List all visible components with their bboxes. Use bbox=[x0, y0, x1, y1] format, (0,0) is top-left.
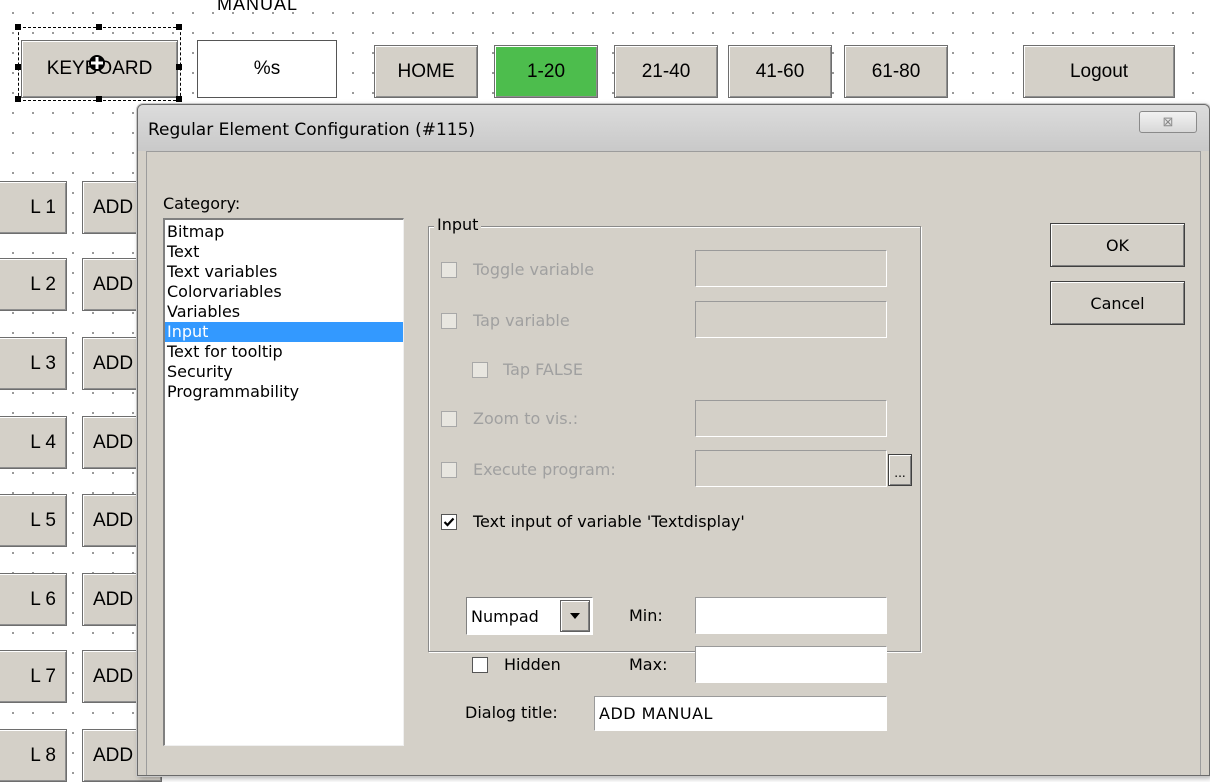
category-list[interactable]: Bitmap Text Text variables Colorvariable… bbox=[163, 218, 404, 746]
tap-variable-label: Tap variable bbox=[473, 311, 570, 330]
toggle-variable-field[interactable] bbox=[695, 250, 887, 287]
close-icon: ⊠ bbox=[1162, 114, 1174, 129]
add-button-label: ADD bbox=[93, 588, 134, 610]
resize-handle[interactable] bbox=[176, 24, 182, 30]
nav-1-20-button[interactable]: 1-20 bbox=[494, 45, 598, 98]
nav-21-40-button[interactable]: 21-40 bbox=[614, 45, 718, 98]
min-label: Min: bbox=[629, 606, 663, 625]
cancel-button-label: Cancel bbox=[1090, 293, 1145, 313]
left-button-6[interactable]: L 6 bbox=[0, 573, 67, 626]
resize-handle[interactable] bbox=[15, 24, 21, 30]
category-item-text-for-tooltip[interactable]: Text for tooltip bbox=[165, 342, 403, 362]
left-button-label: L 6 bbox=[30, 588, 56, 610]
left-button-label: L 1 bbox=[30, 196, 56, 218]
element-configuration-dialog: Regular Element Configuration (#115) ⊠ C… bbox=[137, 104, 1210, 776]
left-button-label: L 3 bbox=[30, 352, 56, 374]
tap-false-checkbox[interactable] bbox=[472, 362, 488, 378]
dialog-title-label: Dialog title: bbox=[465, 703, 558, 722]
left-button-8[interactable]: L 8 bbox=[0, 729, 67, 782]
dropdown-button[interactable] bbox=[560, 600, 590, 632]
left-button-7[interactable]: L 7 bbox=[0, 650, 67, 703]
category-item-colorvariables[interactable]: Colorvariables bbox=[165, 282, 403, 302]
move-cursor-icon bbox=[88, 54, 106, 77]
nav-61-80-button[interactable]: 61-80 bbox=[844, 45, 948, 98]
add-button-label: ADD bbox=[93, 509, 134, 531]
tap-variable-field[interactable] bbox=[695, 301, 887, 338]
resize-handle[interactable] bbox=[176, 64, 182, 70]
left-button-3[interactable]: L 3 bbox=[0, 337, 67, 390]
resize-handle[interactable] bbox=[15, 96, 21, 102]
left-button-label: L 8 bbox=[30, 744, 56, 766]
close-button[interactable]: ⊠ bbox=[1139, 111, 1197, 133]
text-input-checkbox[interactable] bbox=[441, 514, 457, 530]
ok-button-label: OK bbox=[1105, 235, 1130, 255]
ellipsis-icon: ... bbox=[894, 466, 906, 480]
input-groupbox bbox=[428, 226, 921, 652]
dialog-body: Category: Bitmap Text Text variables Col… bbox=[146, 151, 1201, 775]
left-button-label: L 7 bbox=[30, 665, 56, 687]
dialog-title: Regular Element Configuration (#115) bbox=[148, 120, 476, 140]
tap-variable-checkbox[interactable] bbox=[441, 313, 457, 329]
nav-home-button[interactable]: HOME bbox=[374, 45, 478, 98]
input-group-title: Input bbox=[434, 215, 482, 234]
chevron-down-icon bbox=[570, 613, 580, 619]
zoom-to-vis-checkbox[interactable] bbox=[441, 411, 457, 427]
checkmark-icon bbox=[443, 517, 455, 527]
dialog-titlebar[interactable]: Regular Element Configuration (#115) ⊠ bbox=[138, 105, 1209, 151]
add-button-label: ADD bbox=[93, 665, 134, 687]
category-item-text[interactable]: Text bbox=[165, 242, 403, 262]
category-label: Category: bbox=[163, 194, 241, 213]
category-item-bitmap[interactable]: Bitmap bbox=[165, 222, 403, 242]
category-item-variables[interactable]: Variables bbox=[165, 302, 403, 322]
text-input-label: Text input of variable 'Textdisplay' bbox=[473, 512, 745, 531]
cancel-button[interactable]: Cancel bbox=[1050, 281, 1185, 325]
dialog-title-value: ADD MANUAL bbox=[599, 704, 713, 723]
manual-label: MANUAL bbox=[217, 0, 299, 14]
add-button-label: ADD bbox=[93, 196, 134, 218]
dialog-title-field[interactable]: ADD MANUAL bbox=[594, 696, 887, 731]
min-field[interactable] bbox=[695, 597, 887, 634]
ok-button[interactable]: OK bbox=[1050, 223, 1185, 267]
input-type-dropdown[interactable]: Numpad bbox=[466, 597, 593, 635]
execute-program-checkbox[interactable] bbox=[441, 462, 457, 478]
hidden-checkbox[interactable] bbox=[472, 657, 488, 673]
resize-handle[interactable] bbox=[176, 96, 182, 102]
left-button-4[interactable]: L 4 bbox=[0, 416, 67, 469]
left-button-2[interactable]: L 2 bbox=[0, 258, 67, 311]
add-button-label: ADD bbox=[93, 352, 134, 374]
resize-handle[interactable] bbox=[96, 96, 102, 102]
left-button-label: L 2 bbox=[30, 273, 56, 295]
execute-program-field[interactable] bbox=[695, 450, 887, 487]
add-button-label: ADD bbox=[93, 744, 134, 766]
left-button-1[interactable]: L 1 bbox=[0, 181, 67, 234]
logout-button[interactable]: Logout bbox=[1023, 45, 1175, 98]
category-item-programmability[interactable]: Programmability bbox=[165, 382, 403, 402]
zoom-to-vis-field[interactable] bbox=[695, 400, 887, 437]
category-item-input[interactable]: Input bbox=[165, 322, 403, 342]
add-button-label: ADD bbox=[93, 431, 134, 453]
text-display-box[interactable]: %s bbox=[197, 40, 337, 98]
toggle-variable-label: Toggle variable bbox=[473, 260, 595, 279]
left-button-label: L 5 bbox=[30, 509, 56, 531]
nav-41-60-button[interactable]: 41-60 bbox=[728, 45, 832, 98]
hidden-label: Hidden bbox=[504, 655, 561, 674]
execute-program-label: Execute program: bbox=[473, 460, 616, 479]
category-item-text-variables[interactable]: Text variables bbox=[165, 262, 403, 282]
max-field[interactable] bbox=[695, 646, 887, 683]
category-item-security[interactable]: Security bbox=[165, 362, 403, 382]
resize-handle[interactable] bbox=[96, 24, 102, 30]
browse-button[interactable]: ... bbox=[888, 454, 912, 486]
toggle-variable-checkbox[interactable] bbox=[441, 262, 457, 278]
left-button-label: L 4 bbox=[30, 431, 56, 453]
tap-false-label: Tap FALSE bbox=[503, 360, 584, 379]
left-button-5[interactable]: L 5 bbox=[0, 494, 67, 547]
max-label: Max: bbox=[629, 655, 668, 674]
add-button-label: ADD bbox=[93, 273, 134, 295]
resize-handle[interactable] bbox=[15, 64, 21, 70]
zoom-to-vis-label: Zoom to vis.: bbox=[473, 409, 579, 428]
input-type-value: Numpad bbox=[471, 607, 539, 626]
